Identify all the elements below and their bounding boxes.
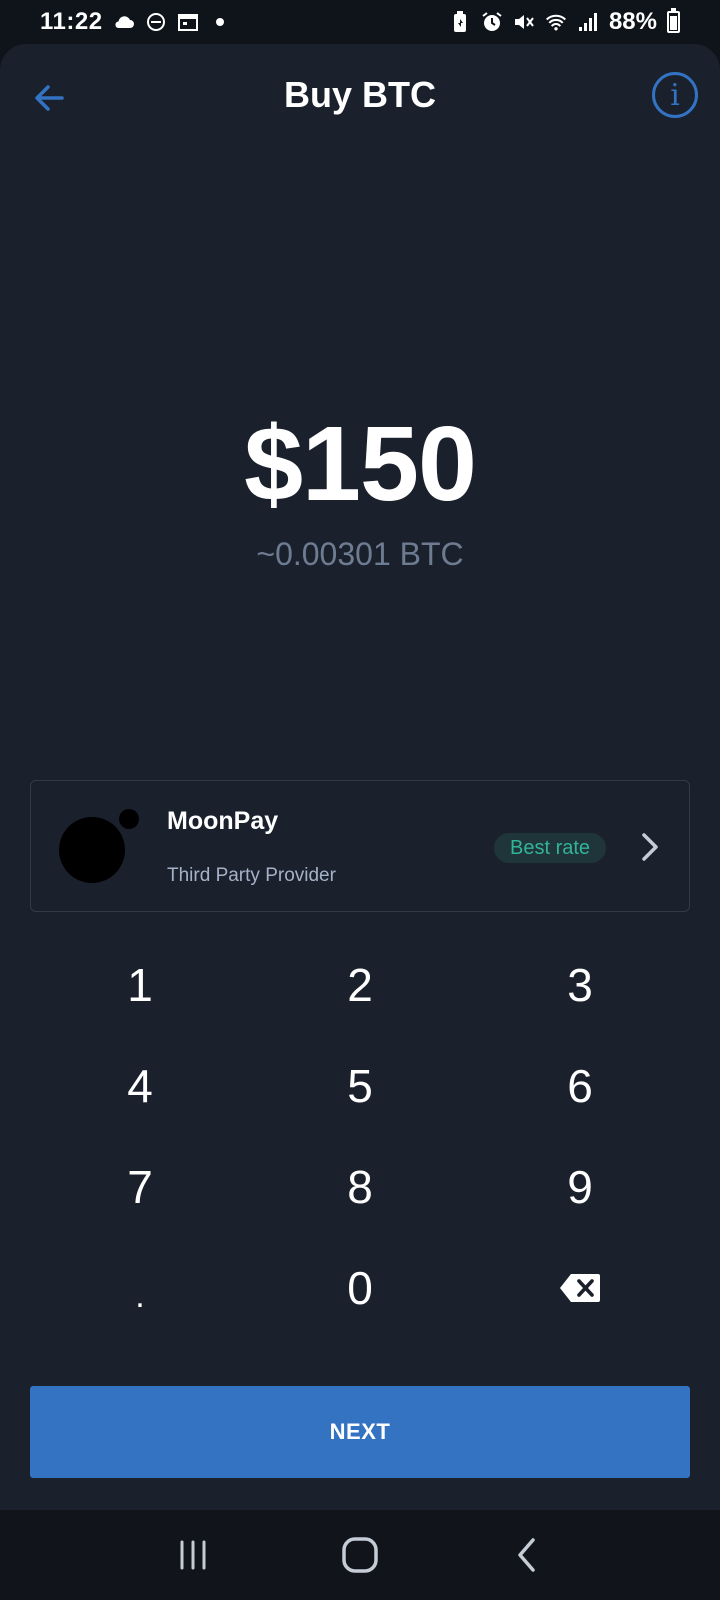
- key-3[interactable]: 3: [470, 934, 690, 1035]
- crypto-amount: ~0.00301 BTC: [256, 536, 464, 572]
- fiat-amount: $150: [244, 405, 477, 523]
- provider-name: MoonPay: [167, 807, 279, 835]
- do-not-disturb-icon: [145, 11, 167, 33]
- clock: 11:22: [40, 8, 103, 35]
- info-button[interactable]: i: [652, 72, 698, 118]
- battery-saver-icon: [449, 11, 471, 33]
- top-bar: Buy BTC i: [0, 44, 720, 154]
- next-button[interactable]: NEXT: [30, 1386, 690, 1478]
- key-5[interactable]: 5: [250, 1035, 470, 1136]
- calendar-icon: [177, 11, 199, 33]
- key-8[interactable]: 8: [250, 1136, 470, 1237]
- chevron-right-icon: [639, 831, 661, 863]
- provider-selector[interactable]: MoonPay Third Party Provider Best rate: [30, 780, 690, 912]
- buy-screen: Buy BTC i $150 ~0.00301 BTC MoonPay Thir…: [0, 44, 720, 1510]
- key-4[interactable]: 4: [30, 1035, 250, 1136]
- numeric-keypad: 1 2 3 4 5 6 7 8 9 . 0: [30, 934, 690, 1338]
- best-rate-badge: Best rate: [494, 833, 607, 863]
- key-9[interactable]: 9: [470, 1136, 690, 1237]
- wifi-icon: [545, 11, 567, 33]
- key-6[interactable]: 6: [470, 1035, 690, 1136]
- system-nav-bar: [0, 1510, 720, 1600]
- system-back-button[interactable]: [497, 1525, 557, 1585]
- key-7[interactable]: 7: [30, 1136, 250, 1237]
- backspace-button[interactable]: [470, 1237, 690, 1338]
- notification-dot-icon: [209, 11, 231, 33]
- key-0[interactable]: 0: [250, 1237, 470, 1338]
- battery-percent: 88%: [608, 8, 657, 35]
- cloud-icon: [113, 11, 135, 33]
- page-title: Buy BTC: [284, 74, 436, 115]
- mute-icon: [513, 11, 535, 33]
- moonpay-logo-icon: [59, 809, 145, 885]
- recent-apps-button[interactable]: [163, 1525, 223, 1585]
- home-icon: [342, 1537, 378, 1573]
- info-icon: i: [670, 77, 680, 113]
- status-bar: 11:22 88%: [0, 0, 720, 44]
- key-2[interactable]: 2: [250, 934, 470, 1035]
- signal-icon: [577, 11, 599, 33]
- chevron-left-icon: [517, 1538, 535, 1572]
- battery-icon: [667, 8, 680, 33]
- key-1[interactable]: 1: [30, 934, 250, 1035]
- backspace-icon: [560, 1273, 600, 1302]
- alarm-icon: [481, 11, 503, 33]
- status-bar-right: 88%: [449, 8, 680, 36]
- recent-apps-icon: [180, 1540, 206, 1570]
- home-button[interactable]: [330, 1525, 390, 1585]
- key-decimal[interactable]: .: [30, 1237, 250, 1338]
- status-bar-left: 11:22: [40, 8, 231, 36]
- provider-subtitle: Third Party Provider: [167, 865, 336, 886]
